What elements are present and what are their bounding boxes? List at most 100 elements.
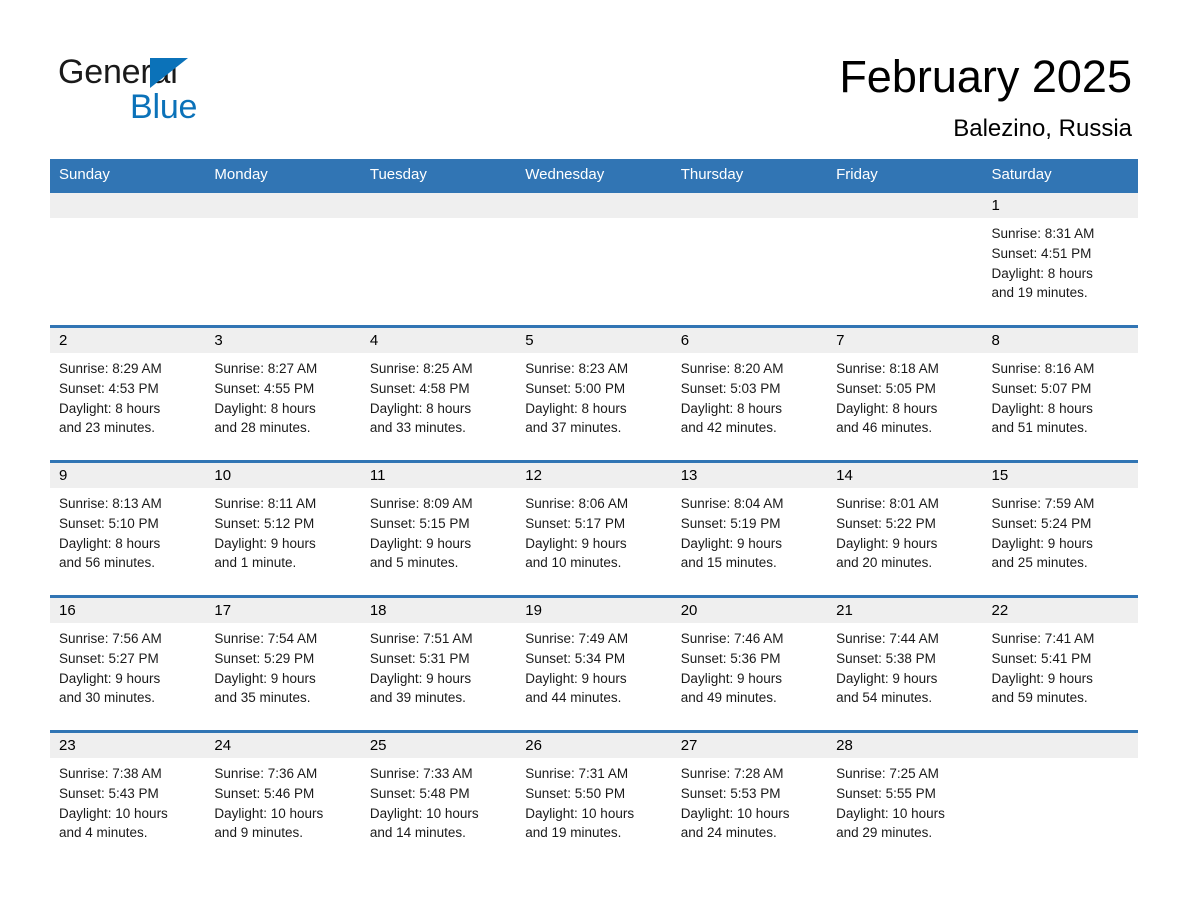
calendar-day-cell[interactable]: 6 Sunrise: 8:20 AM Sunset: 5:03 PM Daylight… — [671, 325, 828, 462]
daylight-duration-line2: and 20 minutes. — [836, 555, 933, 571]
sunrise-time: Sunrise: 7:31 AM — [525, 766, 629, 781]
calendar-day-cell-empty — [516, 190, 672, 327]
daylight-duration-line1: Daylight: 9 hours — [680, 535, 782, 551]
daylight-duration-line2: and 59 minutes. — [991, 690, 1088, 706]
day-cell-inner: 7 Sunrise: 8:18 AM Sunset: 5:05 PM Daylight… — [827, 328, 983, 460]
sunset-time: Sunset: 5:03 PM — [680, 380, 781, 396]
calendar-day-cell[interactable]: 1 Sunrise: 8:31 AM Sunset: 4:51 PM Daylight… — [982, 190, 1138, 327]
sunrise-time: Sunrise: 7:38 AM — [59, 766, 162, 781]
calendar-day-cell[interactable]: 28 Sunrise: 7:25 AM Sunset: 5:55 PM Dayligh… — [827, 730, 983, 865]
sunset-time: Sunset: 5:53 PM — [680, 785, 781, 801]
calendar-day-cell[interactable]: 12 Sunrise: 8:06 AM Sunset: 5:17 PM Dayligh… — [516, 460, 672, 597]
day-sun-info: Sunrise: 8:31 AM Sunset: 4:51 PM Daylight:… — [983, 218, 1138, 303]
calendar-day-cell[interactable]: 25 Sunrise: 7:33 AM Sunset: 5:48 PM Dayligh… — [360, 730, 517, 865]
calendar-day-cell[interactable]: 10 Sunrise: 8:11 AM Sunset: 5:12 PM Dayligh… — [205, 460, 361, 597]
sunrise-time: Sunrise: 8:20 AM — [680, 361, 784, 376]
day-number: 8 — [982, 328, 1138, 353]
calendar-day-cell[interactable]: 8 Sunrise: 8:16 AM Sunset: 5:07 PM Daylight… — [982, 325, 1138, 462]
day-number — [50, 193, 206, 218]
calendar-day-cell[interactable]: 14 Sunrise: 8:01 AM Sunset: 5:22 PM Dayligh… — [827, 460, 983, 597]
daylight-duration-line1: Daylight: 10 hours — [369, 805, 479, 821]
sunset-time: Sunset: 5:36 PM — [680, 650, 781, 666]
day-sun-info: Sunrise: 7:33 AM Sunset: 5:48 PM Daylight:… — [361, 758, 516, 843]
daylight-duration-line2: and 29 minutes. — [836, 825, 933, 841]
daylight-duration-line2: and 9 minutes. — [214, 825, 303, 841]
day-sun-info: Sunrise: 7:38 AM Sunset: 5:43 PM Daylight:… — [50, 758, 205, 843]
calendar-day-cell[interactable]: 13 Sunrise: 8:04 AM Sunset: 5:19 PM Dayligh… — [671, 460, 828, 597]
daylight-duration-line1: Daylight: 9 hours — [525, 670, 627, 686]
day-number: 2 — [50, 328, 206, 353]
day-sun-info: Sunrise: 7:28 AM Sunset: 5:53 PM Daylight:… — [672, 758, 827, 843]
sunrise-time: Sunrise: 8:01 AM — [836, 496, 939, 511]
calendar-day-cell[interactable]: 3 Sunrise: 8:27 AM Sunset: 4:55 PM Daylight… — [205, 325, 361, 462]
daylight-duration-line2: and 4 minutes. — [59, 825, 148, 841]
calendar-day-cell[interactable]: 5 Sunrise: 8:23 AM Sunset: 5:00 PM Daylight… — [516, 325, 672, 462]
daylight-duration-line2: and 44 minutes. — [525, 690, 622, 706]
day-sun-info: Sunrise: 8:13 AM Sunset: 5:10 PM Daylight:… — [50, 488, 205, 573]
calendar-day-cell[interactable]: 27 Sunrise: 7:28 AM Sunset: 5:53 PM Dayligh… — [671, 730, 828, 865]
daylight-duration-line2: and 33 minutes. — [369, 420, 466, 436]
calendar-day-cell[interactable]: 16 Sunrise: 7:56 AM Sunset: 5:27 PM Dayligh… — [50, 595, 206, 732]
calendar-day-cell[interactable]: 7 Sunrise: 8:18 AM Sunset: 5:05 PM Daylight… — [827, 325, 983, 462]
calendar-day-cell[interactable]: 9 Sunrise: 8:13 AM Sunset: 5:10 PM Daylight… — [50, 460, 206, 597]
day-number: 19 — [516, 598, 672, 623]
sunrise-time: Sunrise: 7:54 AM — [214, 631, 318, 646]
day-cell-inner: 2 Sunrise: 8:29 AM Sunset: 4:53 PM Daylight… — [50, 328, 206, 460]
sunset-time: Sunset: 5:41 PM — [991, 650, 1092, 666]
day-sun-info: Sunrise: 8:29 AM Sunset: 4:53 PM Daylight:… — [50, 353, 205, 438]
daylight-duration-line1: Daylight: 9 hours — [59, 670, 161, 686]
day-number — [982, 733, 1138, 758]
day-number: 14 — [827, 463, 983, 488]
sunrise-time: Sunrise: 7:46 AM — [680, 631, 784, 646]
sunset-time: Sunset: 5:55 PM — [836, 785, 936, 801]
daylight-duration-line2: and 25 minutes. — [991, 555, 1088, 571]
day-number: 26 — [516, 733, 672, 758]
day-cell-inner: 4 Sunrise: 8:25 AM Sunset: 4:58 PM Daylight… — [360, 328, 517, 460]
sunrise-time: Sunrise: 7:59 AM — [991, 496, 1095, 511]
daylight-duration-line1: Daylight: 9 hours — [214, 670, 316, 686]
sunset-time: Sunset: 5:29 PM — [214, 650, 315, 666]
sunrise-time: Sunrise: 8:18 AM — [836, 361, 939, 376]
day-number: 1 — [982, 193, 1138, 218]
calendar-day-cell[interactable]: 26 Sunrise: 7:31 AM Sunset: 5:50 PM Dayligh… — [516, 730, 672, 865]
weekday-header-sunday: Sunday — [50, 159, 206, 192]
daylight-duration-line1: Daylight: 8 hours — [991, 265, 1093, 281]
daylight-duration-line1: Daylight: 10 hours — [680, 805, 790, 821]
calendar-day-cell[interactable]: 20 Sunrise: 7:46 AM Sunset: 5:36 PM Dayligh… — [671, 595, 828, 732]
sunset-time: Sunset: 5:27 PM — [59, 650, 159, 666]
day-cell-inner — [205, 193, 361, 325]
daylight-duration-line1: Daylight: 8 hours — [214, 400, 316, 416]
day-number: 18 — [360, 598, 517, 623]
calendar-day-cell[interactable]: 17 Sunrise: 7:54 AM Sunset: 5:29 PM Dayligh… — [205, 595, 361, 732]
sunrise-time: Sunrise: 7:25 AM — [836, 766, 939, 781]
day-number: 6 — [671, 328, 828, 353]
calendar-day-cell-empty — [827, 190, 983, 327]
sunset-time: Sunset: 4:55 PM — [214, 380, 315, 396]
daylight-duration-line1: Daylight: 8 hours — [991, 400, 1093, 416]
sunrise-time: Sunrise: 7:41 AM — [991, 631, 1095, 646]
calendar-day-cell[interactable]: 23 Sunrise: 7:38 AM Sunset: 5:43 PM Dayligh… — [50, 730, 206, 865]
day-sun-info: Sunrise: 8:01 AM Sunset: 5:22 PM Daylight:… — [827, 488, 982, 573]
calendar-day-cell[interactable]: 2 Sunrise: 8:29 AM Sunset: 4:53 PM Daylight… — [50, 325, 206, 462]
calendar-day-cell[interactable]: 15 Sunrise: 7:59 AM Sunset: 5:24 PM Dayligh… — [982, 460, 1138, 597]
sunset-time: Sunset: 5:48 PM — [369, 785, 470, 801]
day-cell-inner — [982, 733, 1138, 865]
calendar-day-cell[interactable]: 21 Sunrise: 7:44 AM Sunset: 5:38 PM Dayligh… — [827, 595, 983, 732]
calendar-week-row: 1 Sunrise: 8:31 AM Sunset: 4:51 PM Daylight… — [50, 190, 1138, 327]
day-number: 21 — [827, 598, 983, 623]
calendar-day-cell[interactable]: 19 Sunrise: 7:49 AM Sunset: 5:34 PM Dayligh… — [516, 595, 672, 732]
calendar-body: 1 Sunrise: 8:31 AM Sunset: 4:51 PM Daylight… — [50, 190, 1138, 865]
calendar-day-cell[interactable]: 18 Sunrise: 7:51 AM Sunset: 5:31 PM Dayligh… — [360, 595, 517, 732]
sunrise-time: Sunrise: 8:29 AM — [59, 361, 162, 376]
general-blue-logo[interactable]: General Blue — [58, 52, 318, 128]
day-number: 28 — [827, 733, 983, 758]
day-sun-info: Sunrise: 8:16 AM Sunset: 5:07 PM Daylight:… — [983, 353, 1138, 438]
day-number: 25 — [360, 733, 517, 758]
calendar-day-cell[interactable]: 22 Sunrise: 7:41 AM Sunset: 5:41 PM Dayligh… — [982, 595, 1138, 732]
daylight-duration-line1: Daylight: 10 hours — [59, 805, 168, 821]
calendar-day-cell[interactable]: 11 Sunrise: 8:09 AM Sunset: 5:15 PM Dayligh… — [360, 460, 517, 597]
sunrise-time: Sunrise: 7:56 AM — [59, 631, 162, 646]
calendar-day-cell[interactable]: 24 Sunrise: 7:36 AM Sunset: 5:46 PM Dayligh… — [205, 730, 361, 865]
sunrise-time: Sunrise: 8:25 AM — [369, 361, 473, 376]
calendar-day-cell[interactable]: 4 Sunrise: 8:25 AM Sunset: 4:58 PM Daylight… — [360, 325, 517, 462]
